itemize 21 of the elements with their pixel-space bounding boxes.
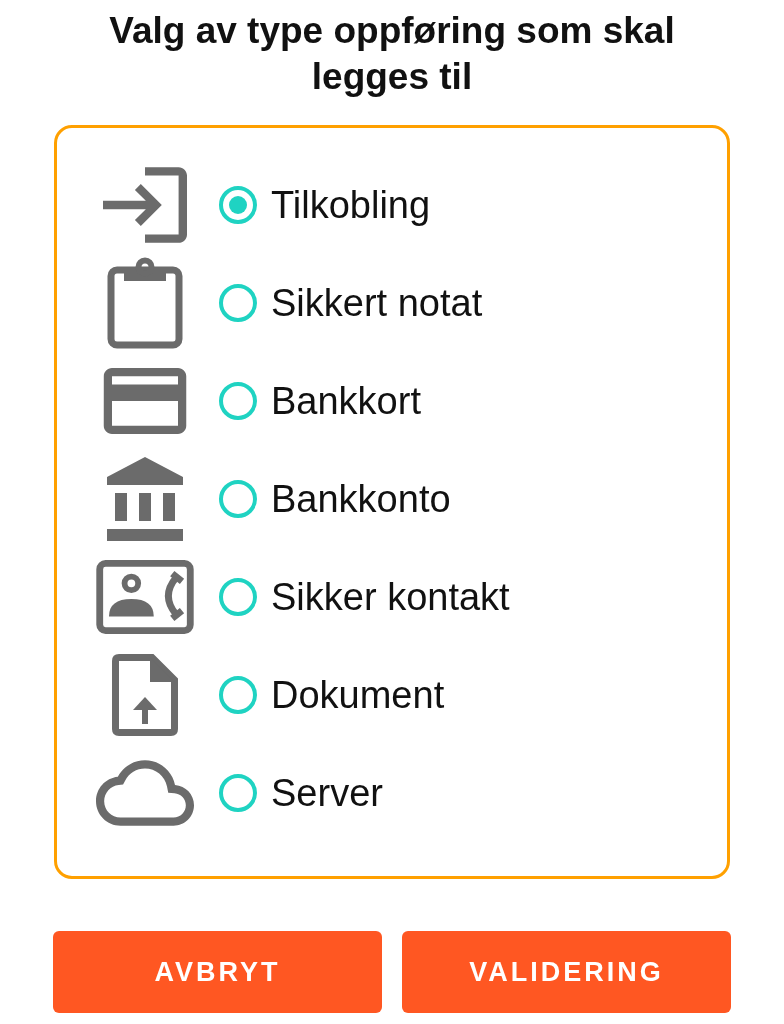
radio-button[interactable] (219, 676, 257, 714)
contact-card-icon (95, 560, 194, 634)
document-upload-icon (111, 654, 178, 736)
login-arrow-icon (102, 167, 187, 243)
cloud-icon (95, 760, 194, 826)
option-label[interactable]: Sikkert notat (271, 281, 483, 325)
option-label[interactable]: Bankkort (271, 379, 421, 423)
radio-button[interactable] (219, 382, 257, 420)
radio-button[interactable] (219, 186, 257, 224)
clipboard-icon (106, 257, 183, 349)
option-label[interactable]: Server (271, 771, 383, 815)
option-label[interactable]: Tilkobling (271, 183, 431, 227)
radio-button[interactable] (219, 774, 257, 812)
option-label[interactable]: Bankkonto (271, 477, 451, 521)
radio-button[interactable] (219, 480, 257, 518)
option-label[interactable]: Dokument (271, 673, 445, 717)
radio-button[interactable] (219, 284, 257, 322)
credit-card-icon (102, 368, 187, 434)
dialog-title: Valg av type oppføring som skal legges til (108, 9, 676, 99)
radio-button[interactable] (219, 578, 257, 616)
option-label[interactable]: Sikker kontakt (271, 575, 510, 619)
